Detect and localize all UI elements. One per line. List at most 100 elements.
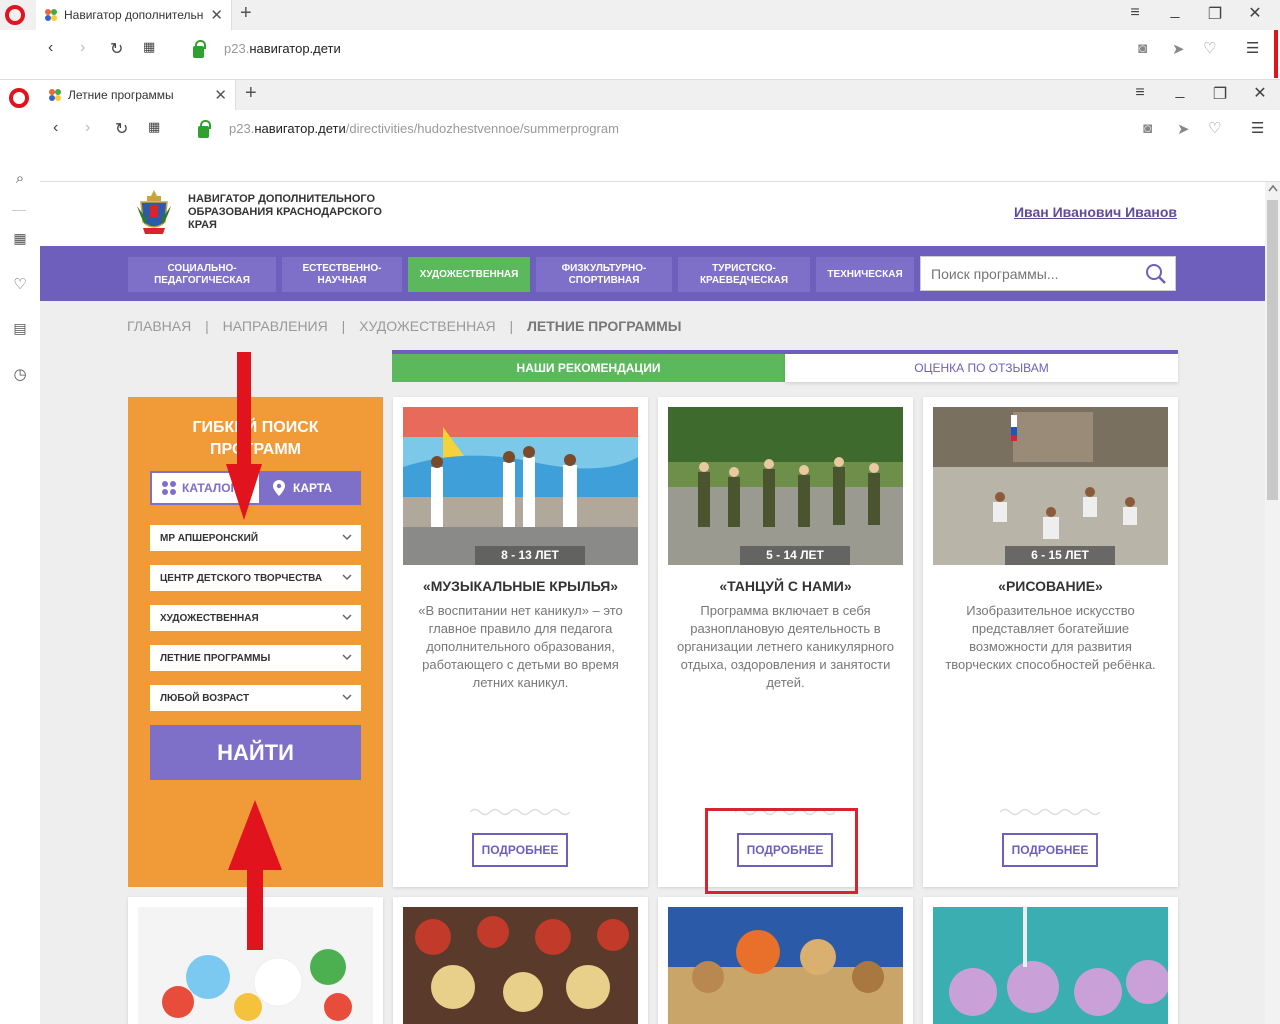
heart-icon[interactable]: ♡ [1203,39,1216,57]
program-title[interactable]: «МУЗЫКАЛЬНЫЕ КРЫЛЬЯ» [393,578,648,594]
menu-item-social[interactable]: СОЦИАЛЬНО-ПЕДАГОГИЧЕСКАЯ [128,257,276,292]
program-photo[interactable]: 6 - 15 ЛЕТ [933,407,1168,565]
close-tab-icon[interactable]: ✕ [210,6,223,24]
program-type-select[interactable]: ЛЕТНИЕ ПРОГРАММЫ [150,645,361,671]
settings-icon[interactable]: ☰ [1251,119,1264,137]
forward-icon[interactable]: › [85,119,90,137]
menu-item-sport[interactable]: ФИЗКУЛЬТУРНО-СПОРТИВНАЯ [536,257,672,292]
program-description: Программа включает в себя разноплановую … [676,603,895,690]
tab-recommendations[interactable]: НАШИ РЕКОМЕНДАЦИИ [392,350,785,382]
program-photo[interactable] [403,907,638,1024]
close-window-icon[interactable]: ✕ [1250,83,1270,103]
photo-drawing-icon [933,407,1168,565]
settings-icon[interactable]: ☰ [1246,39,1259,57]
age-badge: 6 - 15 ЛЕТ [1005,546,1115,565]
tab-menu-icon[interactable]: ≡ [1130,84,1150,102]
send-icon[interactable]: ➤ [1177,120,1190,138]
heart-icon[interactable]: ♡ [1208,119,1221,137]
inner-url[interactable]: p23.навигатор.дети/directivities/hudozhe… [229,121,619,136]
new-tab-icon[interactable]: + [245,82,257,105]
directions-menu: СОЦИАЛЬНО-ПЕДАГОГИЧЕСКАЯ ЕСТЕСТВЕННО-НАУ… [40,246,1265,301]
minimize-icon[interactable]: _ [1165,2,1185,20]
find-button[interactable]: НАЙТИ [150,725,361,780]
program-card [658,897,913,1024]
map-label: КАРТА [293,481,333,495]
bookmarks-heart-icon[interactable]: ♡ [10,275,30,295]
menu-item-tourism[interactable]: ТУРИСТСКО-КРАЕВЕДЧЕСКАЯ [678,257,810,292]
sort-tabs: НАШИ РЕКОМЕНДАЦИИ ОЦЕНКА ПО ОТЗЫВАМ [392,350,1178,382]
program-description: Изобразительное искусство представляет б… [945,603,1156,672]
outer-tab-title: Навигатор дополнительно [64,8,204,22]
back-icon[interactable]: ‹ [48,39,53,57]
speed-dial-icon[interactable]: ▦ [143,39,155,55]
district-select[interactable]: МР АПШЕРОНСКИЙ [150,525,361,551]
direction-select[interactable]: ХУДОЖЕСТВЕННАЯ [150,605,361,631]
restore-icon[interactable]: ❐ [1205,4,1225,24]
tab-menu-icon[interactable]: ≡ [1125,4,1145,22]
menu-item-art[interactable]: ХУДОЖЕСТВЕННАЯ [408,257,530,292]
program-photo[interactable] [668,907,903,1024]
camera-icon[interactable]: ◙ [1143,120,1152,137]
scroll-up-icon[interactable] [1268,184,1278,192]
map-button[interactable]: КАРТА [261,471,361,505]
breadcrumb-sep: | [509,318,514,334]
wave-divider [470,808,570,816]
search-icon[interactable] [1145,263,1167,285]
breadcrumb-art[interactable]: ХУДОЖЕСТВЕННАЯ [359,318,495,334]
breadcrumb-home[interactable]: ГЛАВНАЯ [127,318,191,334]
program-photo[interactable]: 8 - 13 ЛЕТ [403,407,638,565]
photo-crafts-icon [668,907,903,1024]
scrollbar-thumb[interactable] [1267,200,1278,500]
breadcrumb-directions[interactable]: НАПРАВЛЕНИЯ [223,318,328,334]
send-icon[interactable]: ➤ [1172,40,1185,58]
history-clock-icon[interactable]: ◷ [10,365,30,385]
search-input[interactable] [921,257,1131,290]
user-profile-link[interactable]: Иван Иванович Иванов [1014,204,1177,220]
opera-logo[interactable] [5,5,25,25]
inner-tab-title: Летние программы [68,88,174,102]
outer-tab[interactable]: Навигатор дополнительно ✕ [36,0,232,30]
arrow-up-annotation-icon [228,800,282,950]
breadcrumb: ГЛАВНАЯ | НАПРАВЛЕНИЯ | ХУДОЖЕСТВЕННАЯ |… [127,318,691,334]
age-select[interactable]: ЛЮБОЙ ВОЗРАСТ [150,685,361,711]
camera-icon[interactable]: ◙ [1138,40,1147,57]
speed-dial-icon[interactable]: ▦ [148,119,160,135]
age-badge: 5 - 14 ЛЕТ [740,546,850,565]
forward-icon[interactable]: › [80,39,85,57]
inner-address-bar: ‹ › ↻ ▦ p23.навигатор.дети/directivities… [40,110,1280,182]
search-icon[interactable]: ⌕ [10,170,30,190]
details-button[interactable]: ПОДРОБНЕЕ [472,833,568,867]
photo-painted-dishes-icon [403,907,638,1024]
menu-item-science[interactable]: ЕСТЕСТВЕННО-НАУЧНАЯ [282,257,402,292]
chevron-down-icon [342,694,352,701]
lock-icon [198,120,211,138]
inner-tab[interactable]: Летние программы ✕ [40,80,236,110]
details-button[interactable]: ПОДРОБНЕЕ [1002,833,1098,867]
site-header: НАВИГАТОР ДОПОЛНИТЕЛЬНОГО ОБРАЗОВАНИЯ КР… [40,182,1265,246]
site-title: НАВИГАТОР ДОПОЛНИТЕЛЬНОГО ОБРАЗОВАНИЯ КР… [188,193,382,231]
program-photo[interactable] [933,907,1168,1024]
speed-dial-sidebar-icon[interactable]: ▦ [10,230,30,250]
reload-icon[interactable]: ↻ [115,119,128,139]
close-tab-icon[interactable]: ✕ [214,86,227,104]
breadcrumb-current: ЛЕТНИЕ ПРОГРАММЫ [527,318,682,334]
program-card [923,897,1178,1024]
organization-select[interactable]: ЦЕНТР ДЕТСКОГО ТВОРЧЕСТВА [150,565,361,591]
tab-reviews[interactable]: ОЦЕНКА ПО ОТЗЫВАМ [785,350,1178,382]
lock-icon [193,40,206,58]
opera-logo-inner[interactable] [9,88,29,108]
news-icon[interactable]: ▤ [10,320,30,340]
minimize-icon[interactable]: _ [1170,82,1190,100]
back-icon[interactable]: ‹ [53,119,58,137]
photo-paper-flowers-icon [933,907,1168,1024]
program-photo[interactable]: 5 - 14 ЛЕТ [668,407,903,565]
arrow-down-annotation-icon [226,352,262,520]
restore-icon[interactable]: ❐ [1210,84,1230,104]
outer-url[interactable]: p23.навигатор.дети [224,41,341,56]
reload-icon[interactable]: ↻ [110,39,123,59]
new-tab-icon[interactable]: + [240,2,252,25]
program-title[interactable]: «ТАНЦУЙ С НАМИ» [658,578,913,594]
program-title[interactable]: «РИСОВАНИЕ» [923,578,1178,594]
menu-item-technical[interactable]: ТЕХНИЧЕСКАЯ [816,257,914,292]
close-window-icon[interactable]: ✕ [1245,3,1265,23]
